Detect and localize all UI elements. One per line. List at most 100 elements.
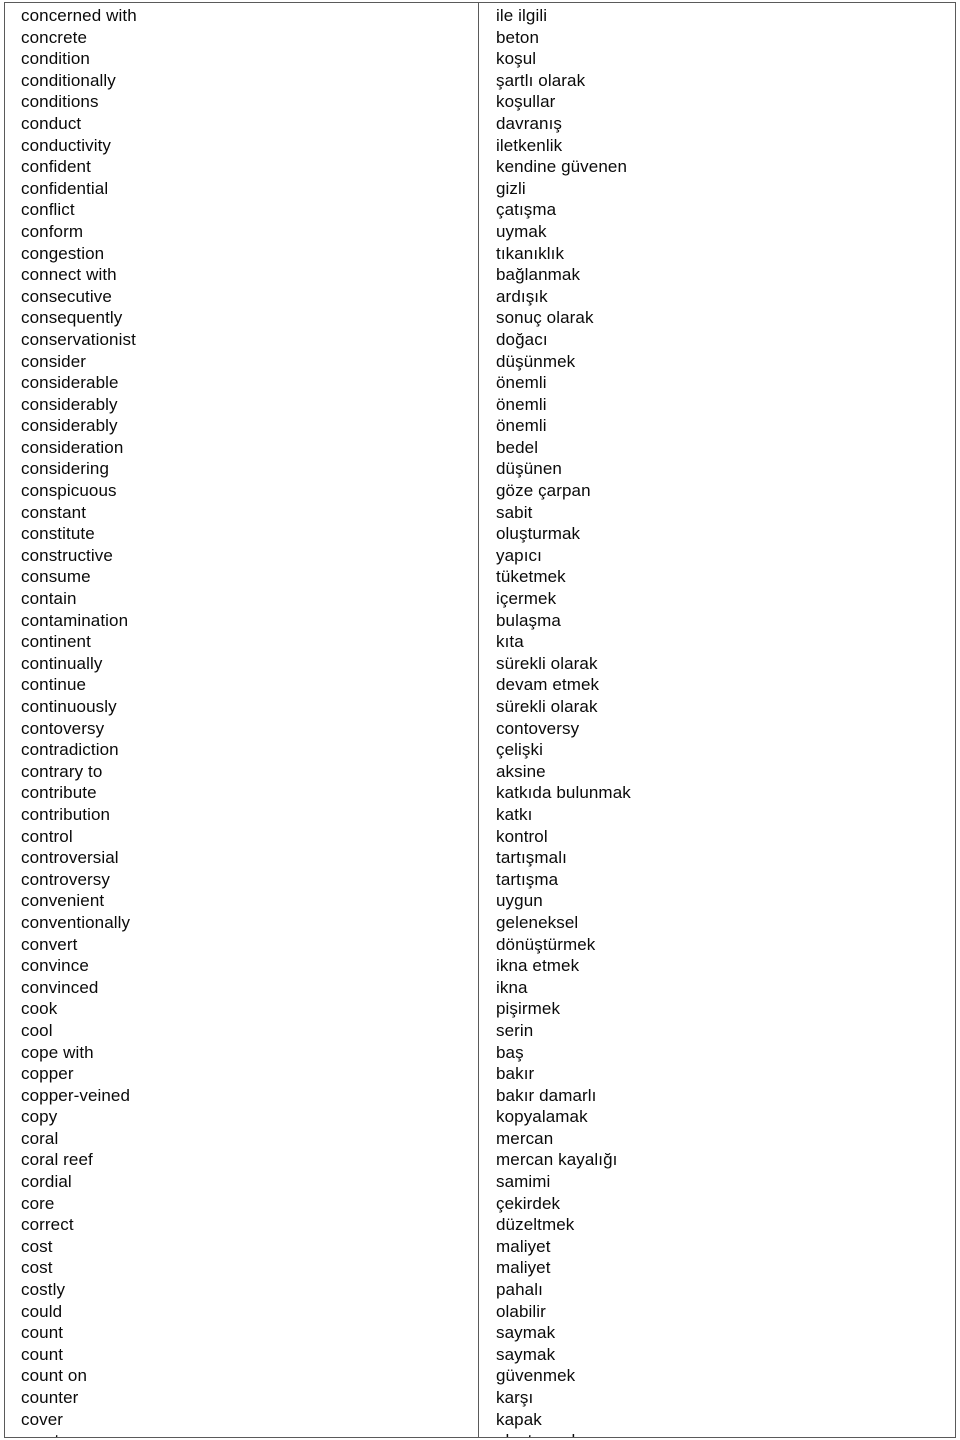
glossary-term-en: correct bbox=[21, 1215, 74, 1235]
glossary-term-tr: içermek bbox=[496, 589, 557, 609]
glossary-term-tr: önemli bbox=[496, 394, 547, 414]
glossary-term-tr: ile ilgili bbox=[496, 6, 548, 25]
glossary-term-en: core bbox=[21, 1193, 55, 1213]
glossary-term-en: congestion bbox=[21, 243, 105, 263]
glossary-term-en: consider bbox=[21, 351, 87, 371]
glossary-term-en: cope with bbox=[21, 1042, 94, 1062]
glossary-term-tr: çelişki bbox=[496, 740, 543, 760]
glossary-term-tr: davranış bbox=[496, 113, 563, 133]
glossary-term-tr: katkıda bulunmak bbox=[496, 783, 631, 803]
glossary-term-en: connect with bbox=[21, 265, 117, 285]
glossary-term-en: cost bbox=[21, 1236, 53, 1256]
glossary-term-en: conform bbox=[21, 221, 84, 241]
glossary-term-en: convince bbox=[21, 956, 89, 976]
glossary-term-tr: ikna bbox=[496, 977, 528, 997]
glossary-term-en: convert bbox=[21, 934, 78, 954]
glossary-term-tr: gizli bbox=[496, 178, 526, 198]
glossary-term-en: condition bbox=[21, 49, 90, 69]
glossary-term-tr: geleneksel bbox=[496, 912, 579, 932]
glossary-term-en: convinced bbox=[21, 977, 99, 997]
glossary-term-tr: sürekli olarak bbox=[496, 653, 598, 673]
glossary-term-en: confidential bbox=[21, 178, 109, 198]
glossary-term-en: controversial bbox=[21, 848, 119, 868]
glossary-term-tr: ardışık bbox=[496, 286, 548, 306]
glossary-term-en: conservationist bbox=[21, 329, 136, 349]
glossary-term-tr: baş bbox=[496, 1042, 524, 1062]
glossary-term-tr: pahalı bbox=[496, 1280, 543, 1300]
glossary-term-en: concrete bbox=[21, 27, 88, 47]
glossary-term-en: contribution bbox=[21, 804, 111, 824]
glossary-term-en: control bbox=[21, 826, 73, 846]
glossary-term-en: contain bbox=[21, 589, 77, 609]
glossary-term-en: concerned with bbox=[21, 6, 137, 25]
glossary-term-en: contrary to bbox=[21, 761, 103, 781]
glossary-term-en: considerably bbox=[21, 394, 118, 414]
glossary-term-en: cover bbox=[21, 1409, 64, 1429]
glossary-term-en: costly bbox=[21, 1280, 66, 1300]
glossary-term-en: considering bbox=[21, 459, 110, 479]
glossary-term-tr: kopyalamak bbox=[496, 1107, 588, 1127]
glossary-term-tr: tüketmek bbox=[496, 567, 566, 587]
glossary-term-en: confident bbox=[21, 157, 91, 177]
glossary-term-en: constructive bbox=[21, 545, 113, 565]
glossary-term-en: create bbox=[21, 1430, 478, 1437]
glossary-term-tr: saymak bbox=[496, 1323, 556, 1343]
glossary-term-en: cordial bbox=[21, 1172, 72, 1192]
glossary-term-en: continent bbox=[21, 632, 91, 652]
glossary-term-en: considerable bbox=[21, 373, 119, 393]
turkish-column: ile ilgili beton koşul şartlı olarak koşulla… bbox=[479, 3, 955, 1437]
glossary-term-en: cost bbox=[21, 1258, 53, 1278]
glossary-term-tr: bakır bbox=[496, 1064, 535, 1084]
glossary-term-tr: bağlanmak bbox=[496, 265, 581, 285]
glossary-term-tr: mercan bbox=[496, 1128, 554, 1148]
glossary-term-tr: uymak bbox=[496, 221, 547, 241]
glossary-term-en: consecutive bbox=[21, 286, 112, 306]
glossary-term-en: contoversy bbox=[21, 718, 105, 738]
glossary-term-tr: bedel bbox=[496, 437, 539, 457]
glossary-term-en: conflict bbox=[21, 200, 75, 220]
glossary-term-tr: uygun bbox=[496, 891, 543, 911]
glossary-table: concerned with concrete condition condition… bbox=[5, 3, 955, 1437]
glossary-term-en: conventionally bbox=[21, 912, 131, 932]
glossary-term-tr: samimi bbox=[496, 1172, 551, 1192]
glossary-term-en: copper-veined bbox=[21, 1085, 131, 1105]
glossary-term-en: considerably bbox=[21, 416, 118, 436]
glossary-term-tr: düzeltmek bbox=[496, 1215, 575, 1235]
glossary-term-en: contribute bbox=[21, 783, 97, 803]
glossary-term-en: consideration bbox=[21, 437, 124, 457]
english-column: concerned with concrete condition condition… bbox=[5, 3, 478, 1437]
glossary-term-tr: güvenmek bbox=[496, 1366, 576, 1386]
glossary-term-en: convenient bbox=[21, 891, 105, 911]
glossary-term-tr: dönüştürmek bbox=[496, 934, 596, 954]
glossary-term-tr: doğacı bbox=[496, 329, 548, 349]
glossary-frame: concerned with concrete condition condition… bbox=[4, 2, 956, 1438]
glossary-term-tr: önemli bbox=[496, 416, 547, 436]
glossary-term-tr: göze çarpan bbox=[496, 481, 591, 501]
glossary-term-en: constant bbox=[21, 502, 87, 522]
glossary-term-en: consequently bbox=[21, 308, 123, 328]
glossary-term-tr: önemli bbox=[496, 373, 547, 393]
glossary-term-tr: kendine güvenen bbox=[496, 157, 628, 177]
glossary-term-tr: çekirdek bbox=[496, 1193, 561, 1213]
glossary-term-en: could bbox=[21, 1301, 63, 1321]
glossary-term-tr: koşullar bbox=[496, 92, 556, 112]
glossary-term-tr: tartışmalı bbox=[496, 848, 567, 868]
glossary-term-tr: maliyet bbox=[496, 1258, 551, 1278]
glossary-term-tr: maliyet bbox=[496, 1236, 551, 1256]
glossary-term-tr: düşünmek bbox=[496, 351, 576, 371]
glossary-term-tr: düşünen bbox=[496, 459, 562, 479]
glossary-term-tr: koşul bbox=[496, 49, 537, 69]
glossary-term-tr: kıta bbox=[496, 632, 524, 652]
glossary-term-en: counter bbox=[21, 1388, 79, 1407]
glossary-term-tr: şartlı olarak bbox=[496, 70, 586, 90]
glossary-term-en: continually bbox=[21, 653, 103, 673]
glossary-term-tr: saymak bbox=[496, 1344, 556, 1364]
glossary-term-en: count bbox=[21, 1323, 64, 1343]
glossary-term-en: conduct bbox=[21, 113, 82, 133]
glossary-term-en: count bbox=[21, 1344, 64, 1364]
glossary-term-tr: sonuç olarak bbox=[496, 308, 594, 328]
glossary-term-tr: aksine bbox=[496, 761, 546, 781]
glossary-term-tr: olabilir bbox=[496, 1301, 546, 1321]
glossary-term-en: contradiction bbox=[21, 740, 119, 760]
glossary-term-tr: devam etmek bbox=[496, 675, 600, 695]
